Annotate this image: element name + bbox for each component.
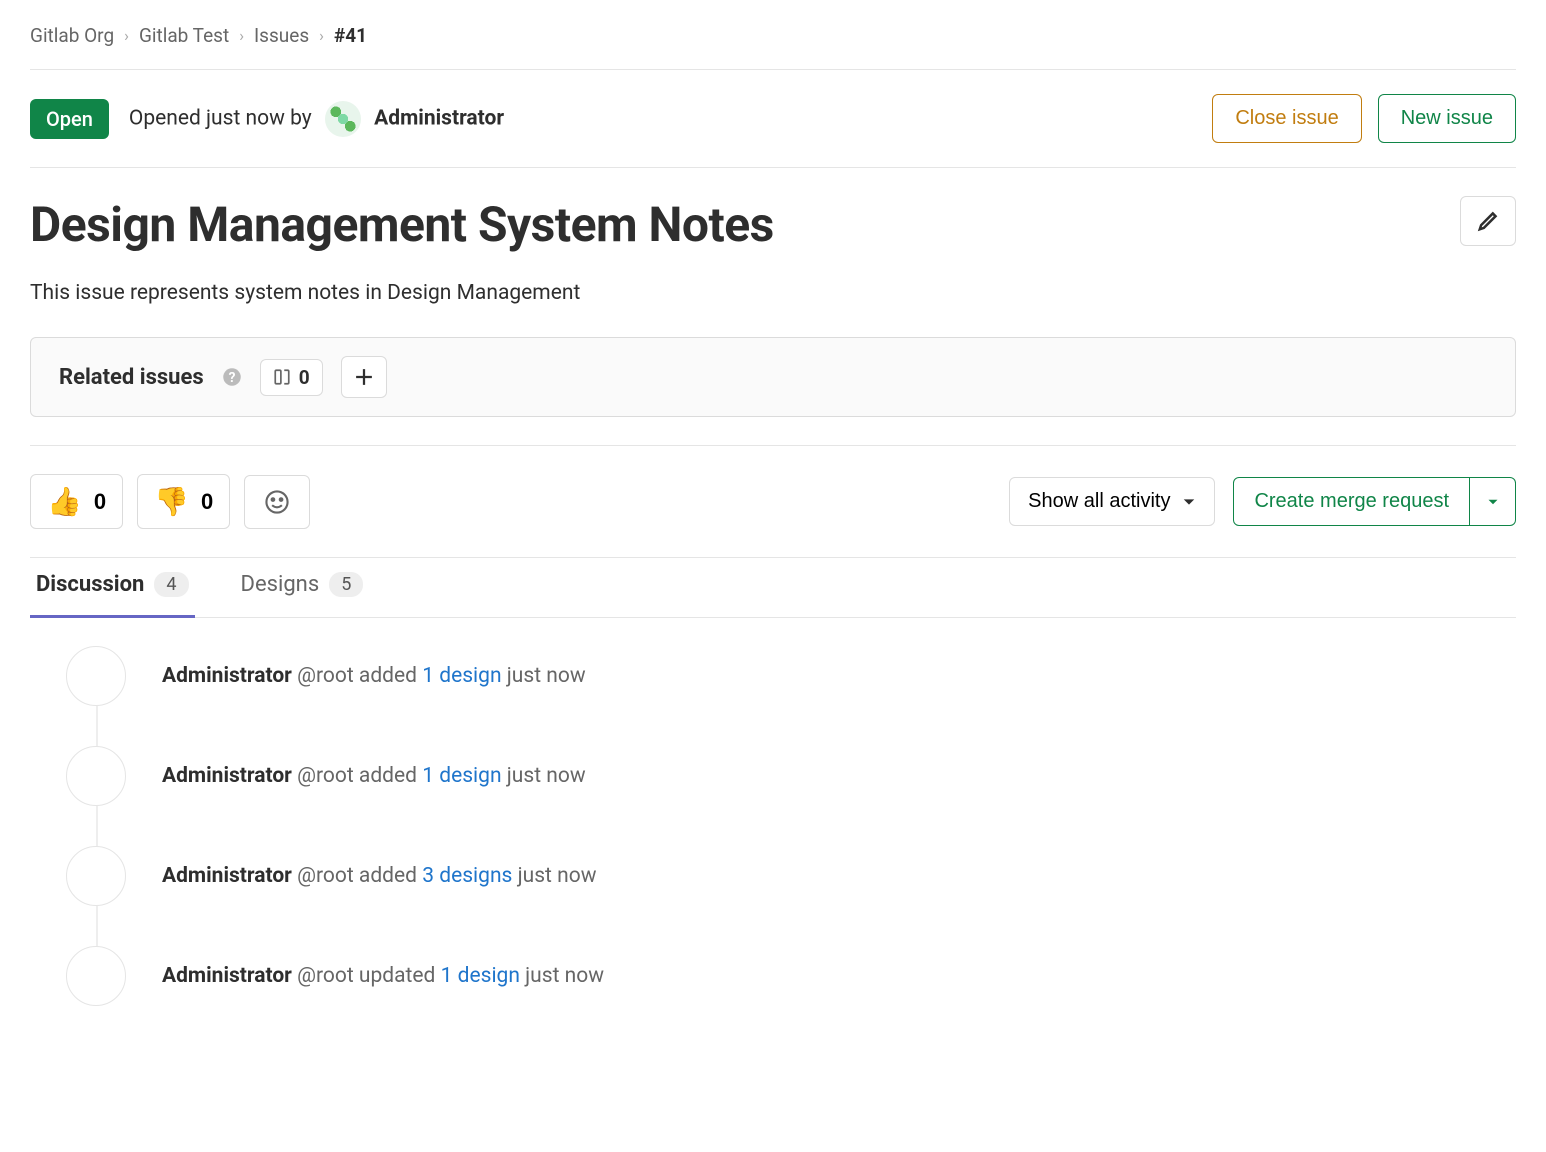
breadcrumb-current: #41 — [334, 24, 367, 47]
timeline-text: Administrator @root added 1 design just … — [162, 664, 586, 688]
create-merge-request-dropdown[interactable] — [1470, 477, 1516, 526]
activity-actions: Show all activity Create merge request — [1009, 477, 1516, 526]
opened-prefix: Opened just now by — [129, 106, 312, 130]
avatar[interactable] — [66, 946, 126, 1006]
chevron-right-icon: › — [239, 26, 244, 45]
timeline-link[interactable]: 3 designs — [422, 864, 512, 888]
tab-discussion-badge: 4 — [154, 572, 188, 597]
timeline-time: just now — [525, 964, 604, 988]
add-related-issue-button[interactable] — [341, 356, 387, 398]
timeline-handle: @root — [297, 964, 354, 988]
timeline-author[interactable]: Administrator — [162, 664, 292, 688]
timeline-text: Administrator @root added 3 designs just… — [162, 864, 596, 888]
timeline-time: just now — [507, 764, 586, 788]
create-merge-request-button[interactable]: Create merge request — [1233, 477, 1470, 526]
status-badge: Open — [30, 99, 109, 139]
chevron-down-icon — [1182, 495, 1196, 509]
timeline-action: added — [359, 764, 417, 788]
thumbs-up-count: 0 — [94, 489, 106, 515]
tabs: Discussion 4 Designs 5 — [30, 558, 1516, 618]
timeline-link[interactable]: 1 design — [422, 764, 501, 788]
issue-description: This issue represents system notes in De… — [30, 263, 1516, 337]
related-count-value: 0 — [299, 366, 310, 389]
timeline-action: added — [359, 864, 417, 888]
tab-designs[interactable]: Designs 5 — [235, 558, 370, 618]
smiley-icon — [264, 489, 290, 515]
thumbs-down-button[interactable]: 👎 0 — [137, 474, 230, 529]
svg-text:?: ? — [228, 370, 235, 386]
tab-designs-badge: 5 — [329, 572, 363, 597]
timeline-link[interactable]: 1 design — [422, 664, 501, 688]
avatar[interactable] — [325, 101, 361, 137]
header-actions: Close issue New issue — [1212, 94, 1516, 143]
tab-designs-label: Designs — [241, 572, 320, 597]
pencil-icon — [1477, 210, 1499, 232]
thumbs-up-icon: 👍 — [47, 485, 82, 518]
breadcrumb-gitlab-test[interactable]: Gitlab Test — [139, 24, 229, 47]
new-issue-button[interactable]: New issue — [1378, 94, 1516, 143]
create-merge-request-group: Create merge request — [1233, 477, 1516, 526]
timeline-item: Administrator @root updated 1 design jus… — [66, 946, 1516, 1046]
avatar[interactable] — [66, 646, 126, 706]
related-issues-count: 0 — [260, 359, 323, 396]
title-row: Design Management System Notes — [30, 168, 1516, 263]
timeline-time: just now — [507, 664, 586, 688]
avatar[interactable] — [66, 846, 126, 906]
issue-icon — [273, 368, 291, 386]
activity-filter-dropdown[interactable]: Show all activity — [1009, 477, 1215, 526]
timeline-author[interactable]: Administrator — [162, 964, 292, 988]
related-issues-panel: Related issues ? 0 — [30, 337, 1516, 417]
thumbs-down-count: 0 — [201, 489, 213, 515]
reactions-row: 👍 0 👎 0 Show all activity Create merge r… — [30, 445, 1516, 557]
issue-header: Open Opened just now by Administrator Cl… — [30, 70, 1516, 167]
thumbs-up-button[interactable]: 👍 0 — [30, 474, 123, 529]
author-link[interactable]: Administrator — [374, 106, 504, 130]
timeline-handle: @root — [297, 864, 354, 888]
timeline-item: Administrator @root added 3 designs just… — [66, 846, 1516, 946]
help-icon[interactable]: ? — [222, 367, 242, 387]
add-reaction-button[interactable] — [244, 475, 310, 529]
tab-discussion-label: Discussion — [36, 572, 144, 597]
timeline-text: Administrator @root updated 1 design jus… — [162, 964, 604, 988]
edit-button[interactable] — [1460, 196, 1516, 246]
issue-title: Design Management System Notes — [30, 196, 774, 253]
activity-filter-label: Show all activity — [1028, 490, 1170, 513]
chevron-right-icon: › — [319, 26, 324, 45]
timeline-action: updated — [359, 964, 435, 988]
avatar[interactable] — [66, 746, 126, 806]
timeline-time: just now — [518, 864, 597, 888]
caret-down-icon — [1487, 496, 1499, 508]
timeline-handle: @root — [297, 764, 354, 788]
breadcrumb-issues[interactable]: Issues — [254, 24, 309, 47]
timeline-handle: @root — [297, 664, 354, 688]
close-issue-button[interactable]: Close issue — [1212, 94, 1361, 143]
timeline-author[interactable]: Administrator — [162, 764, 292, 788]
chevron-right-icon: › — [124, 26, 129, 45]
timeline-action: added — [359, 664, 417, 688]
breadcrumb-gitlab-org[interactable]: Gitlab Org — [30, 24, 114, 47]
thumbs-down-icon: 👎 — [154, 485, 189, 518]
timeline-link[interactable]: 1 design — [441, 964, 520, 988]
timeline: Administrator @root added 1 design just … — [30, 618, 1516, 1046]
timeline-item: Administrator @root added 1 design just … — [66, 646, 1516, 746]
timeline-text: Administrator @root added 1 design just … — [162, 764, 586, 788]
related-issues-title: Related issues — [59, 365, 204, 390]
timeline-author[interactable]: Administrator — [162, 864, 292, 888]
plus-icon — [355, 368, 373, 386]
timeline-item: Administrator @root added 1 design just … — [66, 746, 1516, 846]
tab-discussion[interactable]: Discussion 4 — [30, 558, 195, 618]
breadcrumbs: Gitlab Org › Gitlab Test › Issues › #41 — [30, 0, 1516, 69]
opened-text: Opened just now by Administrator — [129, 101, 504, 137]
